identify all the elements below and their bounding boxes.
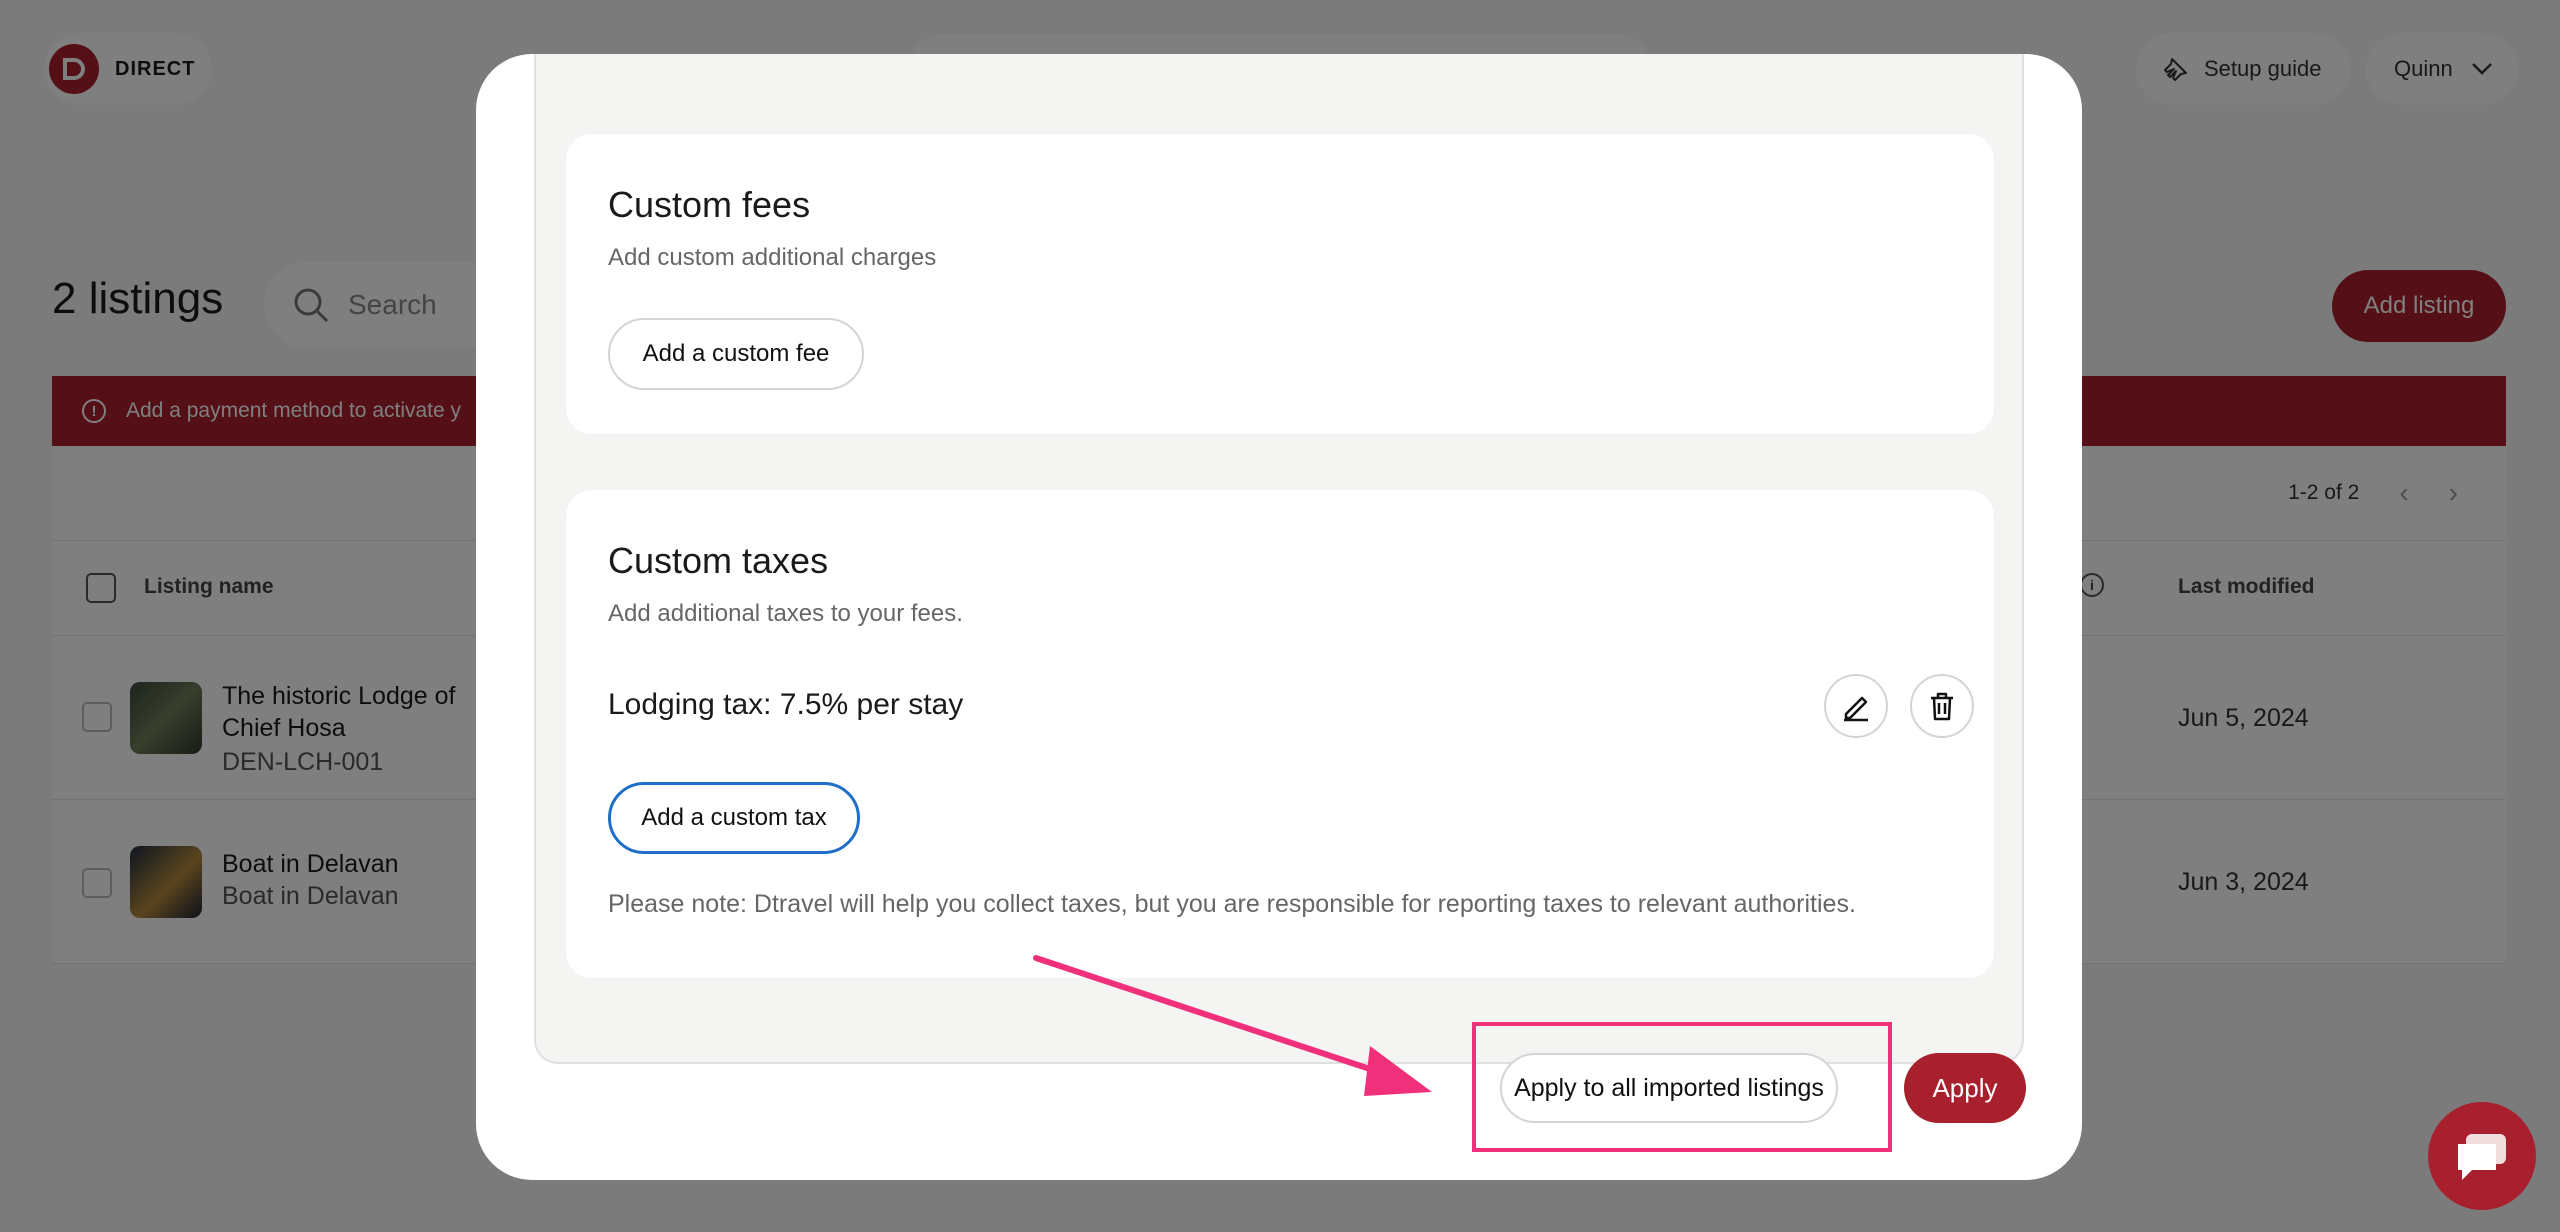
fees-taxes-modal: Custom fees Add custom additional charge… — [476, 54, 2082, 1180]
modal-scroll-area[interactable]: Custom fees Add custom additional charge… — [534, 54, 2024, 1064]
custom-fees-description: Add custom additional charges — [608, 244, 937, 271]
custom-taxes-title: Custom taxes — [608, 540, 829, 581]
custom-fees-title: Custom fees — [608, 184, 811, 225]
chat-icon — [2458, 1134, 2506, 1180]
custom-fees-card: Custom fees Add custom additional charge… — [566, 134, 1994, 434]
pencil-icon — [1844, 696, 1868, 722]
trash-icon — [1931, 692, 1953, 721]
apply-button[interactable]: Apply — [1904, 1053, 2026, 1123]
custom-taxes-description: Add additional taxes to your fees. — [608, 600, 963, 627]
delete-tax-button[interactable] — [1910, 674, 1974, 738]
tax-item-label: Lodging tax: 7.5% per stay — [608, 688, 964, 721]
add-custom-fee-button[interactable]: Add a custom fee — [608, 318, 864, 390]
add-custom-tax-button[interactable]: Add a custom tax — [608, 782, 860, 854]
chat-support-button[interactable] — [2428, 1102, 2536, 1210]
edit-tax-button[interactable] — [1824, 674, 1888, 738]
tax-disclaimer-note: Please note: Dtravel will help you colle… — [608, 890, 1856, 918]
custom-taxes-card: Custom taxes Add additional taxes to you… — [566, 490, 1994, 978]
annotation-highlight-box — [1472, 1022, 1892, 1152]
